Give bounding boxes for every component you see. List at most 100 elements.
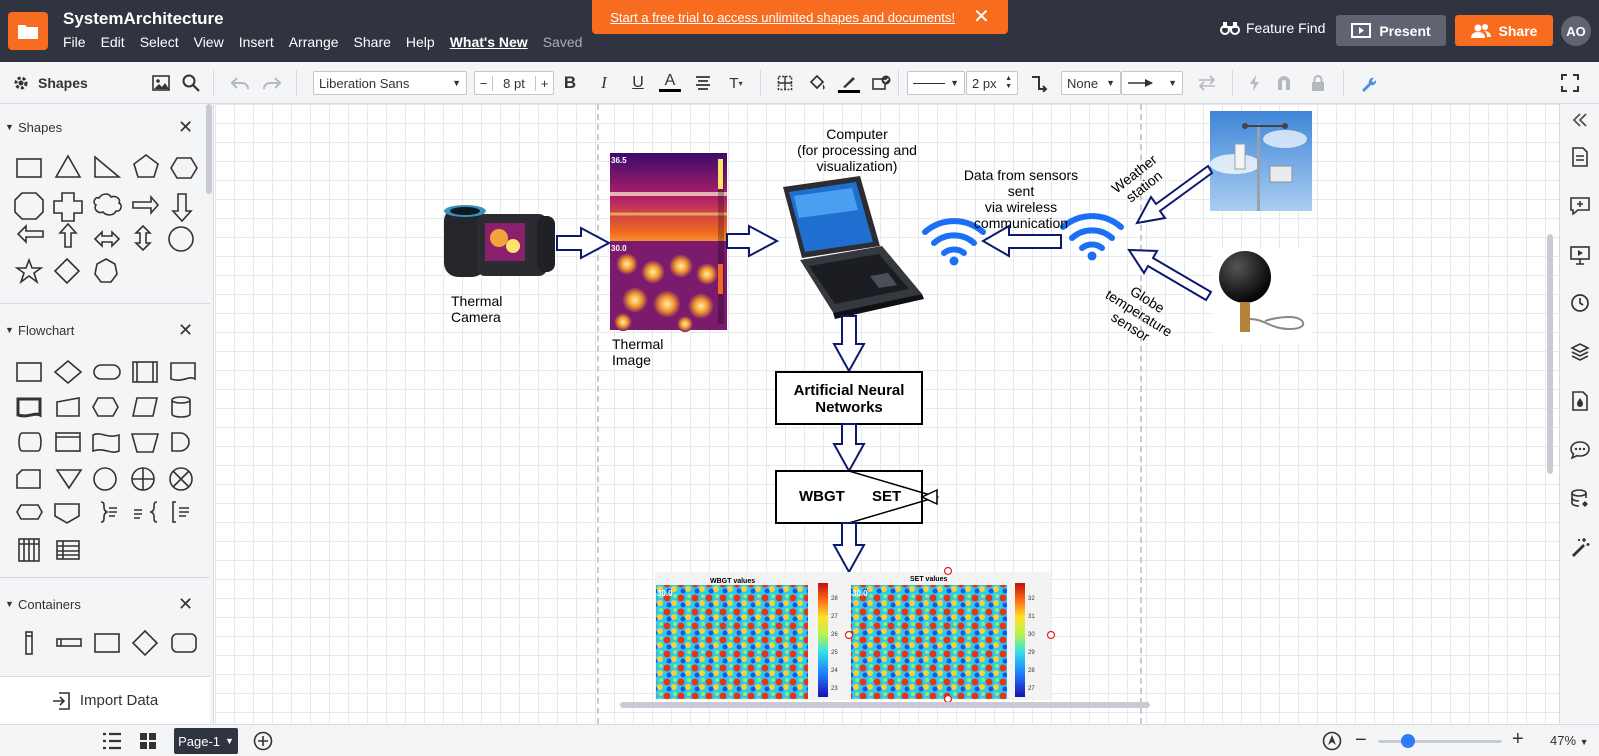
menu-select[interactable]: Select [140,34,179,50]
arrow-ann-to-wbgt[interactable] [832,423,866,474]
arrow-start-select[interactable]: None ▼ [1061,71,1121,95]
magnet-icon[interactable] [1273,72,1295,94]
arrow-output-to-heatmaps[interactable] [832,522,866,575]
avatar[interactable]: AO [1561,16,1591,46]
menu-insert[interactable]: Insert [239,34,274,50]
zoom-slider[interactable] [1378,740,1502,743]
fullscreen-icon[interactable] [1559,72,1581,94]
italic-icon[interactable]: I [593,72,615,94]
arrow-end-select[interactable]: ▼ [1121,71,1183,95]
arrow-camera-to-image[interactable] [556,226,612,260]
section-shapes-header[interactable]: ▼ Shapes ✕ [0,115,213,139]
panel-scrollbar[interactable] [206,104,212,194]
grid-view-icon[interactable] [139,732,157,753]
share-button[interactable]: Share [1455,15,1553,46]
present-button[interactable]: Present [1336,15,1446,46]
magic-wand-icon[interactable] [1569,536,1591,558]
comment-icon[interactable] [1569,195,1591,217]
add-page-icon[interactable] [253,731,273,754]
thermal-image[interactable] [610,153,727,332]
lock-icon[interactable] [1307,72,1329,94]
weather-station-image[interactable] [1210,111,1312,211]
wrench-icon[interactable] [1358,72,1380,94]
laptop-image[interactable] [783,176,924,319]
presentation-icon[interactable] [1569,244,1591,266]
arrow-computer-to-ann[interactable] [832,315,866,374]
feature-find-button[interactable]: Feature Find [1220,20,1325,36]
undo-icon[interactable] [229,72,251,94]
close-icon[interactable]: ✕ [178,117,193,138]
computer-label[interactable]: Computer (for processing and visualizati… [787,126,927,174]
layers-icon[interactable] [1569,341,1591,363]
page-tab[interactable]: Page-1 ▼ [174,728,238,754]
line-style-select[interactable]: ▼ [907,71,965,95]
flowchart-shapes-grid[interactable] [0,352,210,572]
container-shapes-grid[interactable] [0,622,210,662]
underline-icon[interactable]: U [627,72,649,94]
close-icon[interactable]: ✕ [178,594,193,615]
menu-arrange[interactable]: Arrange [289,34,339,50]
connector-style-icon[interactable] [1028,72,1050,94]
image-icon[interactable] [150,72,172,94]
zoom-out-icon[interactable]: − [1355,729,1367,752]
thermal-camera-image[interactable] [444,205,555,277]
data-linking-icon[interactable] [1569,488,1591,510]
fill-color-icon[interactable] [806,72,828,94]
menu-share[interactable]: Share [354,34,391,50]
lightning-icon[interactable] [1244,72,1266,94]
text-color-icon[interactable]: A [659,72,681,92]
wbgt-label[interactable]: WBGT [799,489,845,505]
font-size-value[interactable]: 8 pt [493,76,535,91]
trial-link[interactable]: Start a free trial to access unlimited s… [610,10,955,25]
border-style-icon[interactable] [774,72,796,94]
basic-shapes-grid[interactable] [0,148,210,298]
menu-view[interactable]: View [194,34,224,50]
collapse-panel-icon[interactable] [1569,109,1591,131]
menu-file[interactable]: File [63,34,86,50]
document-title[interactable]: SystemArchitecture [63,9,224,29]
menu-edit[interactable]: Edit [101,34,125,50]
line-width-select[interactable]: 2 px ▲ ▼ [966,71,1018,95]
list-view-icon[interactable] [102,732,122,753]
zoom-in-icon[interactable]: + [1512,728,1524,751]
canvas-scrollbar-horizontal[interactable] [620,702,1150,708]
navigate-icon[interactable] [1322,731,1342,754]
import-data-button[interactable]: Import Data [0,676,210,724]
set-label[interactable]: SET [872,489,901,505]
wireless-data-label[interactable]: Data from sensors sent via wireless comm… [951,167,1091,231]
canvas-scrollbar-vertical[interactable] [1547,234,1553,474]
ann-label[interactable]: Artificial Neural Networks [776,382,922,416]
theme-icon[interactable] [1569,390,1591,412]
diagram-canvas[interactable]: Thermal Camera Thermal Image 36.5 30.0 C… [215,104,1559,724]
folder-icon[interactable] [8,12,48,50]
toolbar: Shapes Liberation Sans ▼ − 8 pt + B I U … [0,62,1599,104]
bold-icon[interactable]: B [559,72,581,94]
redo-icon[interactable] [261,72,283,94]
chat-icon[interactable] [1569,439,1591,461]
shapes-panel-title[interactable]: Shapes [12,74,88,92]
globe-sensor-image[interactable] [1212,249,1312,344]
align-center-icon[interactable] [692,72,714,94]
font-size-decrease[interactable]: − [475,75,493,91]
text-options-icon[interactable]: T ▾ [725,72,747,94]
font-size-increase[interactable]: + [535,75,553,91]
menu-whats-new[interactable]: What's New [450,34,528,50]
section-flowchart-header[interactable]: ▼ Flowchart ✕ [0,318,213,342]
font-family-select[interactable]: Liberation Sans ▼ [313,71,467,95]
zoom-slider-handle[interactable] [1401,734,1415,748]
close-icon[interactable]: ✕ [973,7,990,27]
style-options-icon[interactable] [871,72,893,94]
page-settings-icon[interactable] [1569,146,1591,168]
close-icon[interactable]: ✕ [178,320,193,341]
history-icon[interactable] [1569,292,1591,314]
line-color-icon[interactable] [838,72,860,93]
thermal-image-label[interactable]: Thermal Image [612,336,663,368]
zoom-level[interactable]: 47% ▼ [1550,733,1589,748]
arrow-image-to-computer[interactable] [726,224,780,258]
menu-help[interactable]: Help [406,34,435,50]
thermal-camera-label[interactable]: Thermal Camera [451,293,502,325]
section-containers-header[interactable]: ▼ Containers ✕ [0,592,213,616]
search-icon[interactable] [180,72,202,94]
swap-arrows-icon[interactable] [1196,72,1218,94]
font-size-stepper[interactable]: − 8 pt + [474,71,554,95]
